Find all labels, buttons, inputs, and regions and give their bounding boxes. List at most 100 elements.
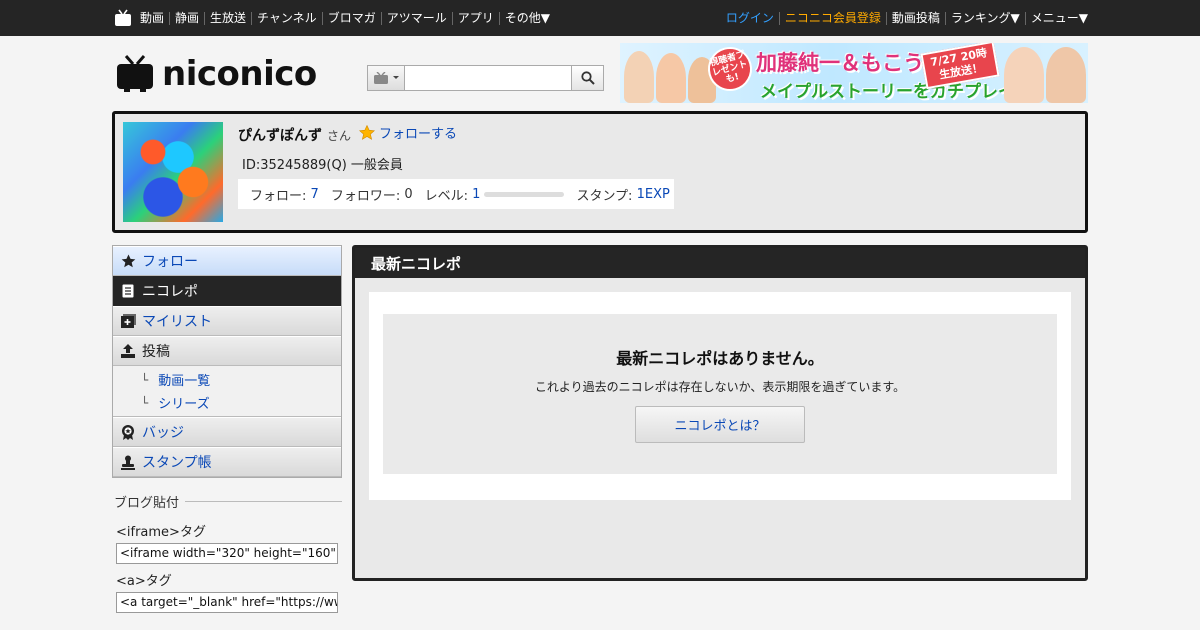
sidebar: フォロー ニコレポ マイリスト 投稿 └ 動画一覧 └ シリーズ バッジ スタン…	[112, 245, 342, 613]
nicorepo-content: 最新ニコレポはありません。 これより過去のニコレポは存在しないか、表示期限を過ぎ…	[369, 292, 1071, 500]
logo-text: niconico	[162, 54, 317, 94]
top-navigation-inner: 動画 静画 生放送 チャンネル ブロマガ アツマール アプリ その他▼ ログイン…	[114, 0, 1088, 36]
banner-subtitle: メイプルストーリーをガチプレイ!	[760, 82, 1023, 102]
niconico-tv-icon[interactable]	[114, 9, 132, 27]
nav-atsumaru[interactable]: アツマール	[380, 11, 452, 25]
sidebar-item-stamp[interactable]: スタンプ帳	[113, 447, 341, 477]
banner-character	[1004, 47, 1044, 103]
account-nav: ログイン ニコニコ会員登録 動画投稿 ランキング▼ メニュー▼	[721, 11, 1088, 25]
follower-count: 0	[404, 186, 413, 202]
banner-character	[656, 53, 686, 103]
nav-channel[interactable]: チャンネル	[251, 11, 322, 25]
login-link[interactable]: ログイン	[721, 11, 779, 25]
top-navigation-bar: 動画 静画 生放送 チャンネル ブロマガ アツマール アプリ その他▼ ログイン…	[0, 0, 1200, 36]
search-type-dropdown[interactable]	[367, 65, 405, 91]
search-button[interactable]	[572, 65, 604, 91]
level-progress-bar	[484, 191, 565, 197]
stamp-icon	[120, 454, 136, 470]
caret-down-icon	[392, 76, 399, 79]
banner-title: 加藤純一＆もこうが	[756, 51, 945, 75]
a-tag-label: <a>タグ	[116, 574, 172, 589]
nav-video[interactable]: 動画	[138, 11, 169, 25]
search-icon	[580, 71, 595, 85]
level-stat: レベル: 1	[425, 185, 565, 204]
mylist-add-icon	[120, 313, 136, 329]
user-avatar	[123, 122, 223, 222]
user-stats: フォロー: 7 フォロワー: 0 レベル: 1 スタンプ: 1EXP	[238, 179, 674, 209]
sidebar-subitem-video-list[interactable]: └ 動画一覧	[113, 368, 341, 391]
sidebar-item-mylist[interactable]: マイリスト	[113, 306, 341, 336]
sidebar-item-label: バッジ	[142, 425, 184, 441]
blog-embed-title: ブログ貼付	[114, 492, 342, 511]
user-profile-box: ぴんずぽんず さん フォローする ID:35245889(Q) 一般会員 フォロ…	[112, 111, 1088, 233]
niconico-tv-logo-icon	[117, 55, 153, 92]
sidebar-menu: フォロー ニコレポ マイリスト 投稿 └ 動画一覧 └ シリーズ バッジ スタン…	[112, 245, 342, 478]
nav-other-dropdown[interactable]: その他▼	[498, 11, 555, 25]
star-icon	[120, 253, 136, 269]
level-label: レベル:	[424, 188, 469, 204]
stamp-value-link[interactable]: 1EXP	[637, 187, 670, 202]
user-name-row: ぴんずぽんず さん フォローする	[238, 123, 457, 145]
a-tag-field[interactable]: <a target="_blank" href="https://www.nic…	[116, 592, 338, 613]
stamp-stat: スタンプ: 1EXP	[576, 185, 669, 204]
sidebar-subitem-label[interactable]: シリーズ	[158, 393, 209, 412]
tree-branch-mark: └	[141, 372, 149, 387]
register-link[interactable]: ニコニコ会員登録	[778, 11, 886, 25]
stamp-label: スタンプ:	[576, 188, 633, 204]
sidebar-item-label: 投稿	[142, 344, 170, 360]
divider	[185, 501, 342, 502]
follow-stat: フォロー: 7	[250, 185, 319, 204]
sidebar-item-label: フォロー	[142, 254, 198, 270]
banner-character	[624, 51, 654, 103]
nav-blomaga[interactable]: ブロマガ	[321, 11, 381, 25]
sidebar-item-label: マイリスト	[142, 314, 212, 330]
banner-character	[1046, 47, 1086, 103]
service-nav: 動画 静画 生放送 チャンネル ブロマガ アツマール アプリ その他▼	[138, 11, 555, 25]
user-id: ID:35245889(Q) 一般会員	[242, 158, 403, 173]
nav-ranking-dropdown[interactable]: ランキング▼	[944, 11, 1025, 25]
nicorepo-panel-heading: 最新ニコレポ	[355, 248, 1085, 278]
about-nicorepo-button[interactable]: ニコレポとは？	[635, 406, 805, 443]
follow-user-button[interactable]: フォローする	[359, 123, 457, 142]
user-honorific: さん	[327, 129, 352, 143]
sidebar-subitem-label[interactable]: 動画一覧	[158, 370, 210, 389]
ad-banner[interactable]: 視聴者プレゼントも! 加藤純一＆もこうが メイプルストーリーをガチプレイ! 7/…	[620, 43, 1088, 103]
follow-user-label: フォローする	[379, 127, 458, 142]
upload-icon	[120, 343, 136, 359]
tv-icon	[373, 72, 388, 84]
blog-embed-title-text: ブログ貼付	[114, 496, 180, 511]
sidebar-subitem-series[interactable]: └ シリーズ	[113, 391, 341, 414]
search-input[interactable]	[405, 65, 572, 91]
follower-stat-label: フォロワー:	[330, 188, 401, 204]
star-icon	[359, 125, 376, 140]
follow-count-link[interactable]: 7	[311, 187, 319, 202]
user-name: ぴんずぽんず	[238, 128, 322, 144]
niconico-logo[interactable]: niconico	[116, 54, 317, 94]
sidebar-item-label: ニコレポ	[142, 284, 198, 300]
follow-stat-label: フォロー:	[250, 188, 307, 204]
badge-icon	[120, 424, 136, 440]
nav-app[interactable]: アプリ	[451, 11, 499, 25]
level-value-link[interactable]: 1	[472, 187, 480, 202]
nav-live[interactable]: 生放送	[204, 11, 251, 25]
nav-seiga[interactable]: 静画	[169, 11, 204, 25]
document-icon	[120, 283, 136, 299]
iframe-tag-label: <iframe>タグ	[116, 525, 206, 540]
iframe-tag-field[interactable]: <iframe width="320" height="160" src="ht…	[116, 543, 338, 564]
empty-description: これより過去のニコレポは存在しないか、表示期限を過ぎています。	[534, 380, 906, 394]
sidebar-item-follow[interactable]: フォロー	[113, 246, 341, 276]
sidebar-item-badge[interactable]: バッジ	[113, 417, 341, 447]
sidebar-item-label: スタンプ帳	[142, 455, 212, 471]
empty-title: 最新ニコレポはありません。	[616, 349, 824, 368]
search-box	[367, 65, 604, 91]
nav-upload[interactable]: 動画投稿	[885, 11, 945, 25]
sidebar-item-post: 投稿	[113, 336, 341, 366]
sidebar-item-nicorepo[interactable]: ニコレポ	[113, 276, 341, 306]
nicorepo-panel: 最新ニコレポ 最新ニコレポはありません。 これより過去のニコレポは存在しないか、…	[352, 245, 1088, 581]
sidebar-post-submenu: └ 動画一覧 └ シリーズ	[113, 366, 341, 417]
blog-embed-section: ブログ貼付 <iframe>タグ <iframe width="320" hei…	[112, 492, 342, 613]
nicorepo-empty-message: 最新ニコレポはありません。 これより過去のニコレポは存在しないか、表示期限を過ぎ…	[383, 314, 1057, 474]
nav-menu-dropdown[interactable]: メニュー▼	[1024, 11, 1088, 25]
follower-stat: フォロワー: 0	[331, 185, 413, 204]
tree-branch-mark: └	[141, 395, 149, 410]
